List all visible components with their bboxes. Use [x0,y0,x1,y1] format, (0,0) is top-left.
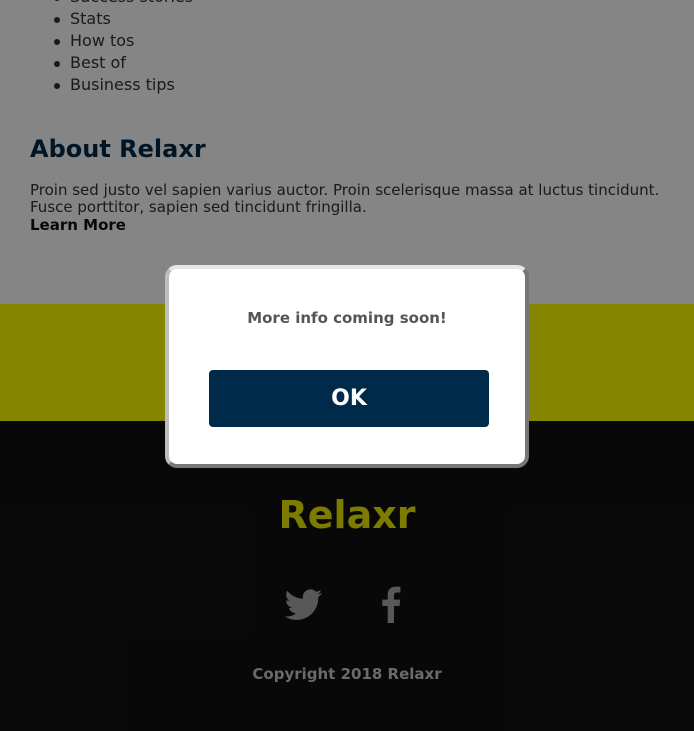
ok-button[interactable]: OK [209,370,489,427]
info-modal: More info coming soon! OK [165,265,529,468]
modal-message: More info coming soon! [247,309,447,327]
modal-overlay[interactable]: More info coming soon! OK [0,0,694,731]
